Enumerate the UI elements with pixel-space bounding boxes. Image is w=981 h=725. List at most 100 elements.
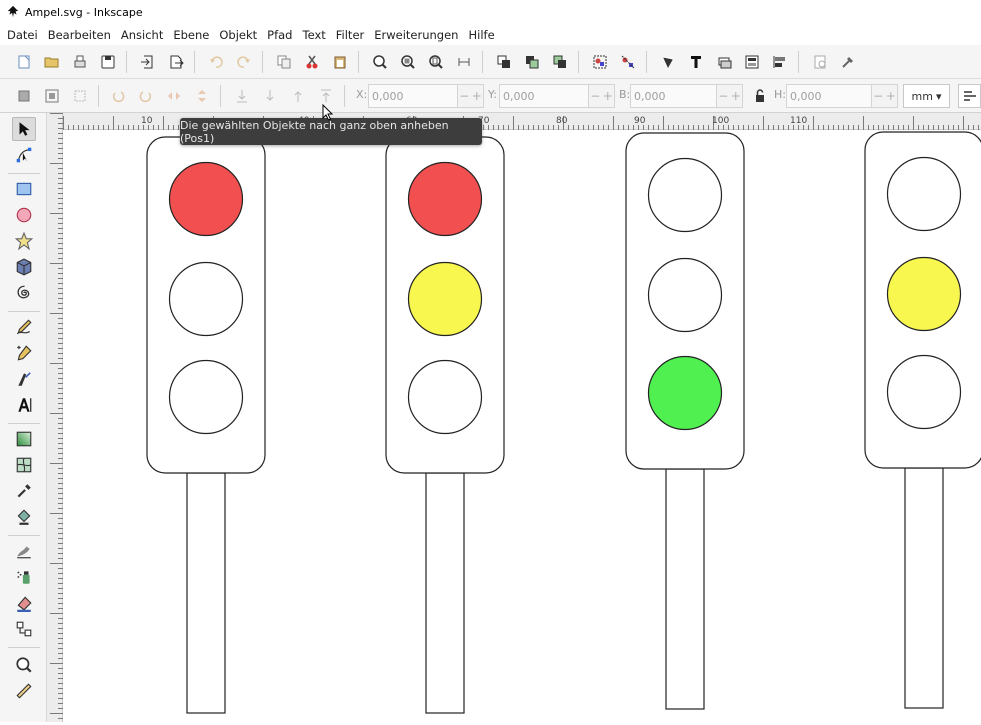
gradient-tool-icon[interactable] xyxy=(12,427,36,451)
ungroup-icon[interactable] xyxy=(618,52,638,72)
raise-to-top-icon[interactable] xyxy=(316,86,336,106)
menu-datei[interactable]: Datei xyxy=(2,28,43,42)
import-icon[interactable] xyxy=(138,52,158,72)
zoom-tool-icon[interactable] xyxy=(12,653,36,677)
lock-ratio-icon[interactable] xyxy=(750,86,770,106)
text-tool-icon[interactable] xyxy=(12,393,36,417)
menu-ebene[interactable]: Ebene xyxy=(168,28,214,42)
pen-tool-icon[interactable] xyxy=(12,341,36,365)
dropper-tool-icon[interactable] xyxy=(12,479,36,503)
width-field[interactable] xyxy=(630,84,717,108)
drawing-canvas[interactable] xyxy=(64,131,981,722)
open-icon[interactable] xyxy=(42,52,62,72)
height-spinner[interactable]: − + xyxy=(872,84,898,108)
traffic-light-pole[interactable] xyxy=(904,467,944,709)
menu-erweiterungen[interactable]: Erweiterungen xyxy=(369,28,463,42)
redo-icon[interactable] xyxy=(234,52,254,72)
traffic-light-lamp-middle[interactable] xyxy=(886,256,962,332)
y-field[interactable] xyxy=(499,84,589,108)
traffic-light-pole[interactable] xyxy=(186,472,226,714)
flip-horizontal-icon[interactable] xyxy=(164,86,184,106)
zoom-drawing-icon[interactable] xyxy=(398,52,418,72)
copy-icon[interactable] xyxy=(274,52,294,72)
pencil-tool-icon[interactable] xyxy=(12,315,36,339)
traffic-light-lamp-bottom[interactable] xyxy=(886,354,962,430)
menu-text[interactable]: Text xyxy=(298,28,331,42)
menu-pfad[interactable]: Pfad xyxy=(262,28,297,42)
star-tool-icon[interactable] xyxy=(12,229,36,253)
new-document-icon[interactable] xyxy=(14,52,34,72)
node-tool-icon[interactable] xyxy=(12,143,36,167)
deselect-icon[interactable] xyxy=(70,86,90,106)
unit-select[interactable]: mm ▾ xyxy=(903,84,950,108)
traffic-light-lamp-bottom[interactable] xyxy=(647,355,723,431)
traffic-light-lamp-top[interactable] xyxy=(407,161,483,237)
vertical-ruler[interactable] xyxy=(47,113,63,722)
spray-tool-icon[interactable] xyxy=(12,565,36,589)
3d-box-tool-icon[interactable] xyxy=(12,255,36,279)
menu-ansicht[interactable]: Ansicht xyxy=(116,28,168,42)
spiral-tool-icon[interactable] xyxy=(12,281,36,305)
traffic-light-lamp-middle[interactable] xyxy=(407,261,483,337)
x-field[interactable] xyxy=(368,84,458,108)
zoom-page-icon[interactable] xyxy=(426,52,446,72)
undo-icon[interactable] xyxy=(206,52,226,72)
mesh-tool-icon[interactable] xyxy=(12,453,36,477)
text-font-icon[interactable] xyxy=(686,52,706,72)
width-spinner[interactable]: − + xyxy=(717,84,743,108)
rectangle-tool-icon[interactable] xyxy=(12,177,36,201)
print-icon[interactable] xyxy=(70,52,90,72)
height-field[interactable] xyxy=(786,84,872,108)
fill-stroke-icon[interactable] xyxy=(658,52,678,72)
selector-tool-icon[interactable] xyxy=(12,117,36,141)
traffic-light-lamp-middle[interactable] xyxy=(168,261,244,337)
menu-bearbeiten[interactable]: Bearbeiten xyxy=(43,28,116,42)
traffic-light-pole[interactable] xyxy=(665,468,705,710)
raise-icon[interactable] xyxy=(288,86,308,106)
traffic-light[interactable] xyxy=(625,132,745,710)
traffic-light-lamp-top[interactable] xyxy=(647,157,723,233)
flip-vertical-icon[interactable] xyxy=(192,86,212,106)
menu-objekt[interactable]: Objekt xyxy=(214,28,262,42)
calligraphy-tool-icon[interactable] xyxy=(12,367,36,391)
export-icon[interactable] xyxy=(166,52,186,72)
group-icon[interactable] xyxy=(590,52,610,72)
duplicate-icon[interactable] xyxy=(494,52,514,72)
connector-tool-icon[interactable] xyxy=(12,617,36,641)
lower-to-bottom-icon[interactable] xyxy=(232,86,252,106)
traffic-light[interactable] xyxy=(146,136,266,714)
traffic-light-lamp-bottom[interactable] xyxy=(407,359,483,435)
traffic-light-pole[interactable] xyxy=(425,472,465,714)
save-icon[interactable] xyxy=(98,52,118,72)
ellipse-tool-icon[interactable] xyxy=(12,203,36,227)
select-all-icon[interactable] xyxy=(14,86,34,106)
lower-icon[interactable] xyxy=(260,86,280,106)
traffic-light-lamp-bottom[interactable] xyxy=(168,359,244,435)
traffic-light[interactable] xyxy=(864,131,981,709)
measure-tool-icon[interactable] xyxy=(12,679,36,703)
preferences-icon[interactable] xyxy=(838,52,858,72)
tweak-tool-icon[interactable] xyxy=(12,539,36,563)
rotate-ccw-icon[interactable] xyxy=(108,86,128,106)
x-spinner[interactable]: − + xyxy=(458,84,484,108)
align-distribute-icon[interactable] xyxy=(770,52,790,72)
paste-icon[interactable] xyxy=(330,52,350,72)
traffic-light-lamp-middle[interactable] xyxy=(647,257,723,333)
clone-icon[interactable] xyxy=(522,52,542,72)
traffic-light-lamp-top[interactable] xyxy=(886,156,962,232)
traffic-light[interactable] xyxy=(385,136,505,714)
snap-toggle[interactable] xyxy=(958,84,981,108)
select-all-layers-icon[interactable] xyxy=(42,86,62,106)
eraser-tool-icon[interactable] xyxy=(12,591,36,615)
y-spinner[interactable]: − + xyxy=(589,84,615,108)
zoom-selection-icon[interactable] xyxy=(370,52,390,72)
document-properties-icon[interactable] xyxy=(810,52,830,72)
layers-icon[interactable] xyxy=(714,52,734,72)
cut-icon[interactable] xyxy=(302,52,322,72)
rotate-cw-icon[interactable] xyxy=(136,86,156,106)
unlink-clone-icon[interactable] xyxy=(550,52,570,72)
paint-bucket-tool-icon[interactable] xyxy=(12,505,36,529)
menu-hilfe[interactable]: Hilfe xyxy=(463,28,499,42)
xml-editor-icon[interactable] xyxy=(742,52,762,72)
menu-filter[interactable]: Filter xyxy=(331,28,369,42)
